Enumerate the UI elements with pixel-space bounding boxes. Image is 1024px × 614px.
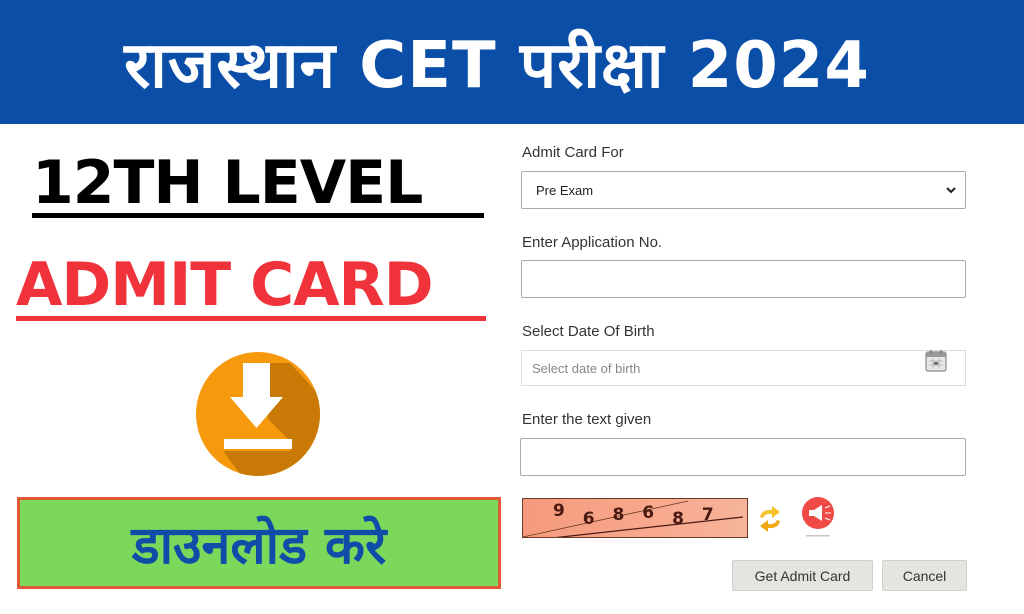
captcha-input-label: Enter the text given: [522, 411, 652, 428]
captcha-text: 9 6 8 6 8 7: [553, 501, 724, 529]
captcha-digit: 8: [672, 509, 686, 529]
captcha-digit: 9: [553, 501, 567, 521]
admit-card-underline: [16, 316, 486, 321]
application-no-input[interactable]: [521, 260, 966, 298]
page-title: राजस्थान CET परीक्षा 2024: [124, 28, 870, 103]
admit-card-title: ADMIT CARD: [16, 250, 434, 320]
download-button-label: डाउनलोड करे: [131, 515, 387, 576]
dob-placeholder: Select date of birth: [532, 360, 641, 376]
get-admit-card-button[interactable]: Get Admit Card: [732, 560, 873, 591]
captcha-digit: 6: [582, 509, 597, 529]
chevron-down-icon: [946, 187, 956, 194]
captcha-input[interactable]: [520, 438, 966, 476]
admit-card-for-value: Pre Exam: [536, 182, 594, 198]
application-no-label: Enter Application No.: [522, 234, 663, 251]
captcha-digit: 7: [701, 505, 716, 525]
level-title-underline: [32, 213, 484, 218]
header-banner: राजस्थान CET परीक्षा 2024: [0, 0, 1024, 124]
dob-input[interactable]: Select date of birth: [521, 350, 966, 386]
download-button[interactable]: डाउनलोड करे: [17, 497, 501, 589]
refresh-icon[interactable]: [754, 503, 786, 535]
dob-label: Select Date Of Birth: [522, 323, 655, 340]
calendar-icon[interactable]: [925, 350, 947, 372]
level-title: 12TH LEVEL: [32, 148, 423, 218]
captcha-digit: 6: [642, 503, 657, 523]
captcha-image: 9 6 8 6 8 7: [522, 498, 748, 538]
download-circle-icon[interactable]: [195, 351, 321, 477]
admit-card-for-select[interactable]: Pre Exam: [521, 171, 966, 209]
audio-captcha-icon[interactable]: [800, 497, 836, 541]
captcha-digit: 8: [612, 505, 627, 525]
cancel-button[interactable]: Cancel: [882, 560, 967, 591]
admit-card-for-label: Admit Card For: [522, 144, 624, 161]
